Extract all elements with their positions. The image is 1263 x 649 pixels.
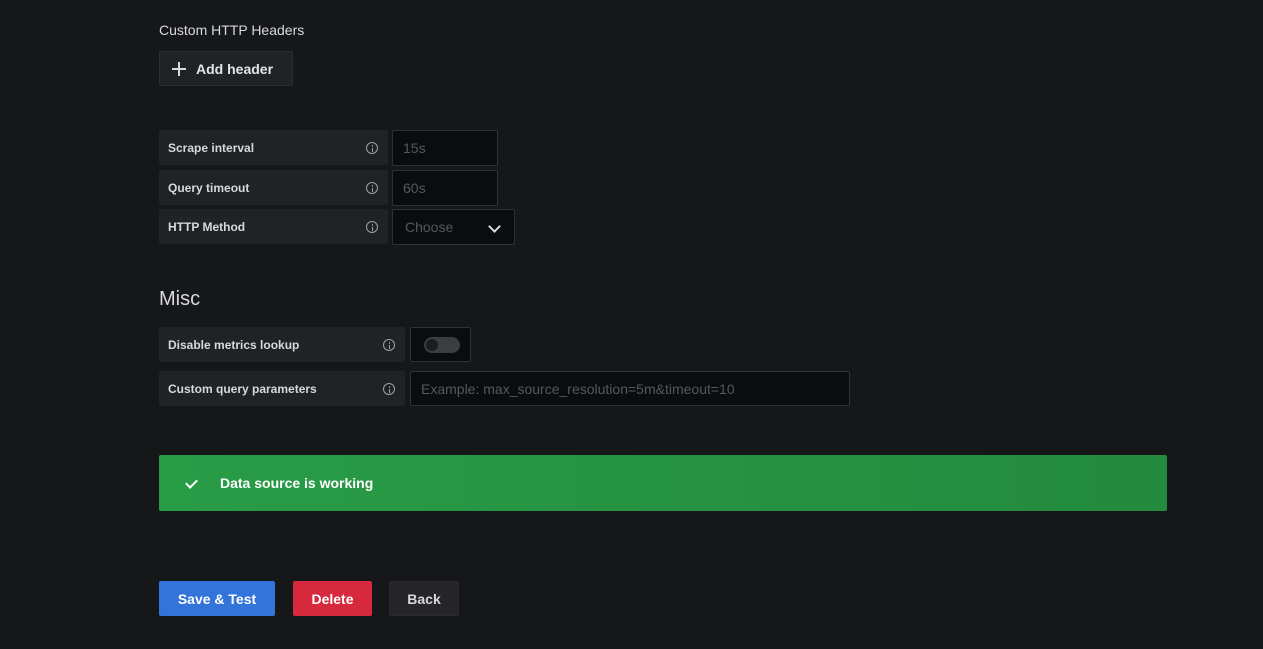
scrape-interval-input[interactable]: 15s [392,130,498,166]
custom-query-parameters-placeholder: Example: max_source_resolution=5m&timeou… [421,380,735,397]
info-icon[interactable] [366,221,378,233]
save-and-test-button[interactable]: Save & Test [159,581,275,616]
query-timeout-label-text: Query timeout [168,180,250,195]
query-timeout-input[interactable]: 60s [392,170,498,206]
disable-metrics-lookup-label: Disable metrics lookup [159,327,405,362]
query-timeout-label: Query timeout [159,170,388,205]
misc-section-title: Misc [159,288,201,310]
back-button[interactable]: Back [389,581,459,616]
info-icon[interactable] [383,339,395,351]
delete-button[interactable]: Delete [293,581,372,616]
info-icon[interactable] [366,182,378,194]
add-header-button[interactable]: Add header [159,51,293,86]
alert-message: Data source is working [220,475,374,491]
http-method-label: HTTP Method [159,209,388,244]
success-alert: Data source is working [159,455,1167,511]
http-method-placeholder: Choose [405,219,454,235]
custom-query-parameters-label-text: Custom query parameters [168,381,317,396]
check-icon [185,476,198,489]
scrape-interval-label: Scrape interval [159,130,388,165]
scrape-interval-label-text: Scrape interval [168,140,255,155]
info-icon[interactable] [366,142,378,154]
add-header-label: Add header [196,60,274,77]
scrape-interval-placeholder: 15s [403,140,426,156]
disable-metrics-lookup-toggle[interactable] [410,327,471,362]
plus-icon [172,61,186,76]
toggle-knob [426,339,438,351]
http-method-select[interactable]: Choose [392,209,515,245]
query-timeout-placeholder: 60s [403,180,426,196]
custom-query-parameters-label: Custom query parameters [159,371,405,406]
disable-metrics-lookup-label-text: Disable metrics lookup [168,337,300,352]
chevron-down-icon [488,220,501,233]
custom-query-parameters-input[interactable]: Example: max_source_resolution=5m&timeou… [410,371,850,406]
custom-http-headers-title: Custom HTTP Headers [159,22,305,38]
http-method-label-text: HTTP Method [168,219,246,234]
info-icon[interactable] [383,383,395,395]
toggle-track[interactable] [424,337,460,353]
